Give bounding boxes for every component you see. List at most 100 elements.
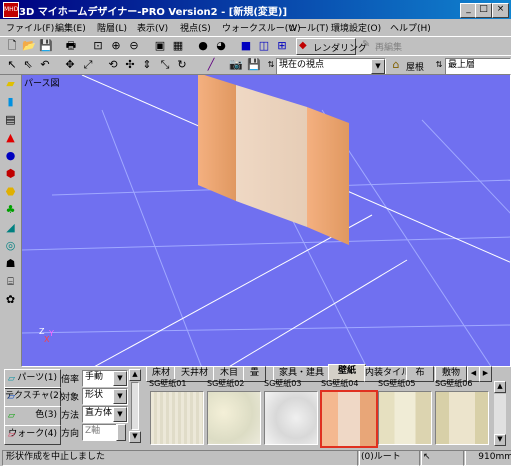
rotate-icon[interactable]: ⟲ [105,57,121,73]
zoom-fit-icon[interactable]: ⊡ [90,38,106,54]
cabinet-tool-icon[interactable]: ⌸ [3,274,18,289]
save-icon[interactable]: 💾 [38,38,54,54]
menu-edit[interactable]: 編集(E) [55,21,86,34]
floor-value: 最上層 [448,60,476,70]
tab-tatami[interactable]: 畳 [243,366,266,382]
camera-icon[interactable]: 📷 [228,57,244,73]
split2-view-icon[interactable]: ◫ [256,38,272,54]
menu-settings[interactable]: 環境設定(O) [331,21,381,34]
sphere-icon[interactable]: ● [195,38,211,54]
roof-icon[interactable]: ⌂ [388,57,404,73]
direction-spin-button[interactable] [116,424,126,441]
target-label: 対象 [61,393,80,403]
menu-bar: ファイル(F) 編集(E) 階層(L) 表示(V) 視点(S) ウォークスルー(… [0,19,511,36]
undo-icon[interactable]: ↶ [37,57,53,73]
viewpoint-select[interactable]: 現在の視点 ▼ [276,58,386,75]
bottom-panel: ▱ パーツ(1) ▱ テクスチャ(2) ▱ 色(3) ▱ ウォーク(4) 倍率 … [0,364,511,448]
floor-select[interactable]: 最上層 [445,58,511,75]
walk-mode-button[interactable]: ▱ ウォーク(4) [4,425,61,445]
thumbnail-scrollbar[interactable] [494,394,506,434]
chevron-down-icon[interactable]: ▼ [371,59,385,74]
split4-view-icon[interactable]: ⊞ [274,38,290,54]
method-select[interactable]: 直方体 ▼ [82,406,128,423]
scale-select[interactable]: 手動 ▼ [82,370,128,387]
wallpaper-thumbnail[interactable] [435,391,489,445]
close-button[interactable]: × [492,3,509,18]
axis-y-label: Y [49,329,54,338]
thumbnail-label: SG壁紙03 [264,379,302,388]
open-icon[interactable]: 📂 [21,38,37,54]
maximize-button[interactable]: □ [475,3,492,18]
new-icon[interactable]: 🗋 [4,38,20,54]
menu-tools[interactable]: ツール(T) [289,21,329,34]
up-down-icon[interactable]: ⇕ [139,57,155,73]
thumbnail-label: SG壁紙05 [378,379,416,388]
scale-slider-track[interactable] [131,382,139,430]
chevron-down-icon[interactable]: ▼ [113,389,127,404]
save-view-icon[interactable]: 💾 [246,57,262,73]
move-icon[interactable]: ✥ [62,57,78,73]
scale-icon[interactable]: ⤢ [80,57,96,73]
select-arrow-icon[interactable]: ↖ [4,57,20,73]
parts-mode-button[interactable]: ▱ パーツ(1) [4,369,61,389]
status-bar: 形状作成を中止しました (0)ルート ↖ 910mm [0,448,511,466]
single-view-icon[interactable]: ■ [238,38,254,54]
direction-value: Z軸 [85,426,101,436]
select-point-icon[interactable]: ⇖ [20,57,36,73]
door-tool-icon[interactable]: ▤ [3,112,18,127]
scale-value: 手動 [85,372,104,382]
reedit-button[interactable]: ✎ 再編集 [360,38,408,55]
floor-tool-icon[interactable]: ▰ [3,76,18,91]
menu-viewpoint[interactable]: 視点(S) [180,21,211,34]
box-tool-icon[interactable]: ⬢ [3,166,18,181]
menu-help[interactable]: ヘルプ(H) [390,21,431,34]
stairs-tool-icon[interactable]: ◢ [3,220,18,235]
roof-tool-icon[interactable]: ▲ [3,130,18,145]
wallpaper-thumbnail[interactable] [378,391,432,445]
thumbnail-label: SG壁紙02 [207,379,245,388]
zoom-out-icon[interactable]: ⊖ [126,38,142,54]
zoom-in-icon[interactable]: ⊕ [108,38,124,54]
menu-view[interactable]: 表示(V) [137,21,168,34]
tilt-icon[interactable]: ⤡ [157,57,173,73]
scroll-down-icon[interactable]: ▼ [494,434,506,446]
shade-icon[interactable]: ◕ [213,38,229,54]
color-mode-button[interactable]: ▱ 色(3) [4,406,61,426]
cylinder-tool-icon[interactable]: ⬣ [3,184,18,199]
wallpaper-thumbnail-selected[interactable] [320,390,378,448]
frame-icon[interactable]: ▣ [152,38,168,54]
chevron-down-icon[interactable]: ▼ [113,371,127,386]
menu-layer[interactable]: 階層(L) [97,21,127,34]
wallpaper-wall[interactable] [198,75,349,245]
torus-tool-icon[interactable]: ◎ [3,238,18,253]
plant-tool-icon[interactable]: ♣ [3,202,18,217]
render-button[interactable]: ◆ レンダリング [296,38,367,55]
furniture-tool-icon[interactable]: ☗ [3,256,18,271]
target-value: 形状 [85,390,104,400]
wall-tool-icon[interactable]: ▮ [3,94,18,109]
roof-label[interactable]: 屋根 [406,60,424,73]
wallpaper-thumbnail[interactable] [207,391,261,445]
print-icon[interactable]: 🖶 [63,38,79,54]
perspective-viewport[interactable]: パース図 Z X Y [21,74,511,367]
tab-scroll-right-icon[interactable]: ▶ [479,366,492,382]
status-size: 910mm [463,450,511,466]
orbit-icon[interactable]: ↻ [174,57,190,73]
pan-icon[interactable]: ✣ [122,57,138,73]
direction-select[interactable]: Z軸 [82,424,118,441]
scroll-up-icon[interactable]: ▲ [494,381,506,393]
wallpaper-thumbnail[interactable] [264,391,318,445]
slider-down-icon[interactable]: ▼ [129,431,141,443]
texture-mode-button[interactable]: ▱ テクスチャ(2) [4,387,62,407]
direction-label: 方向 [61,429,80,439]
target-select[interactable]: 形状 ▼ [82,388,128,405]
sphere-tool-icon[interactable]: ● [3,148,18,163]
menu-file[interactable]: ファイル(F) [6,21,54,34]
texture-tool-icon[interactable]: ✿ [3,292,18,307]
wallpaper-thumbnail[interactable] [150,391,204,445]
chevron-down-icon[interactable]: ▼ [113,407,127,422]
grid-icon[interactable]: ▦ [170,38,186,54]
slider-up-icon[interactable]: ▲ [129,369,141,381]
status-message: 形状作成を中止しました [2,450,360,466]
measure-icon[interactable]: ╱ [203,57,219,73]
